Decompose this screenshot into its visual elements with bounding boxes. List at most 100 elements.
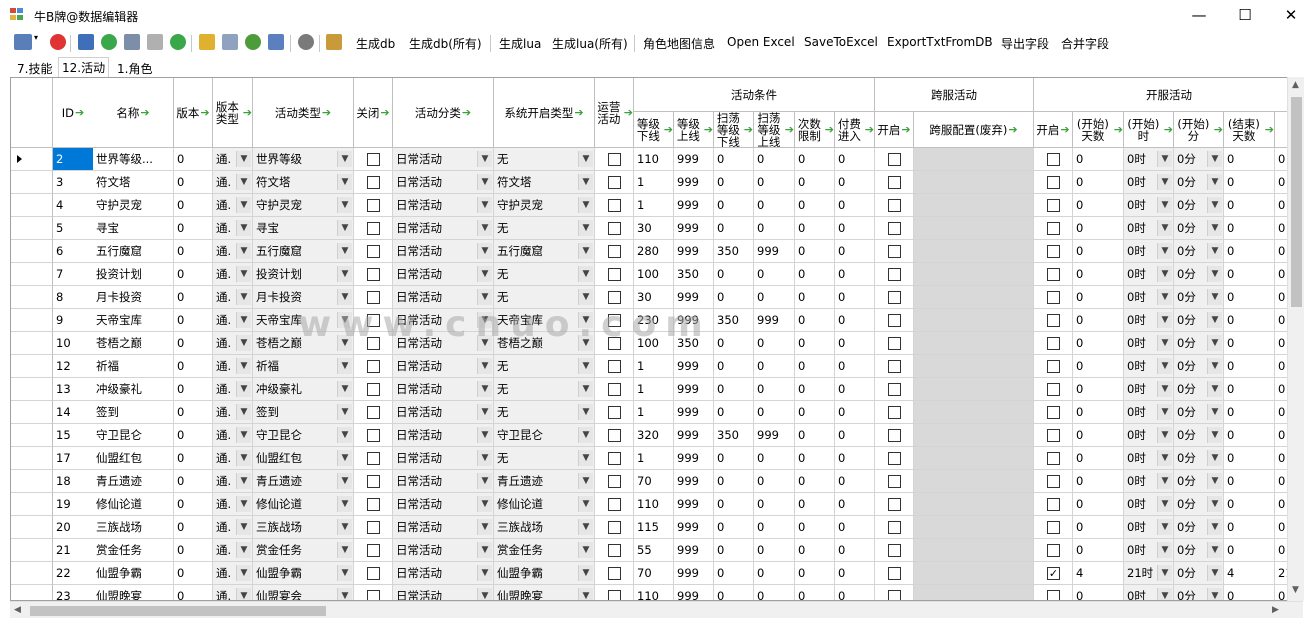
checkbox[interactable]	[1047, 590, 1060, 600]
table-cell[interactable]: 0	[1224, 447, 1275, 470]
cross-server-config-cell[interactable]	[914, 148, 1034, 171]
checkbox-cell[interactable]	[875, 447, 914, 470]
chevron-down-icon[interactable]: ▼	[236, 220, 251, 236]
table-cell[interactable]: 0	[1224, 263, 1275, 286]
table-cell[interactable]: 999	[674, 401, 714, 424]
combo-cell[interactable]: 通. ▼	[213, 470, 253, 493]
checkbox[interactable]	[608, 383, 621, 396]
checkbox[interactable]	[1047, 544, 1060, 557]
table-cell[interactable]: 0	[795, 516, 835, 539]
checkbox[interactable]	[1047, 153, 1060, 166]
cross-server-config-cell[interactable]	[914, 378, 1034, 401]
checkbox-cell[interactable]	[875, 263, 914, 286]
combo-cell[interactable]: 守护灵宠 ▼	[494, 194, 595, 217]
checkbox-cell[interactable]	[1034, 355, 1073, 378]
table-cell[interactable]: 苍梧之巅	[93, 332, 174, 355]
export-txt-button[interactable]: ExportTxtFromDB	[887, 35, 993, 49]
table-cell[interactable]: 4	[1224, 562, 1275, 585]
combo-cell[interactable]: 0时 ▼	[1124, 378, 1174, 401]
table-cell[interactable]: 0	[1224, 401, 1275, 424]
chevron-down-icon[interactable]: ▼	[1207, 312, 1222, 328]
table-cell[interactable]: 0	[1073, 447, 1124, 470]
chevron-down-icon[interactable]: ▼	[236, 312, 251, 328]
combo-cell[interactable]: 寻宝 ▼	[253, 217, 354, 240]
combo-cell[interactable]: 0时 ▼	[1124, 447, 1174, 470]
chevron-down-icon[interactable]: ▼	[1157, 312, 1172, 328]
cross-server-config-cell[interactable]	[914, 447, 1034, 470]
combo-cell[interactable]: 青丘遗迹 ▼	[494, 470, 595, 493]
table-cell[interactable]: 12	[53, 355, 94, 378]
combo-cell[interactable]: 日常活动 ▼	[393, 378, 494, 401]
combo-cell[interactable]: 0时 ▼	[1124, 355, 1174, 378]
combo-cell[interactable]: 0分 ▼	[1174, 562, 1224, 585]
combo-cell[interactable]: 仙盟晚宴 ▼	[494, 585, 595, 600]
chevron-down-icon[interactable]: ▼	[1207, 519, 1222, 535]
combo-cell[interactable]: 0时 ▼	[1124, 194, 1174, 217]
table-cell[interactable]: 0	[795, 286, 835, 309]
row-header[interactable]	[11, 355, 53, 378]
chevron-down-icon[interactable]: ▼	[1157, 243, 1172, 259]
table-cell[interactable]: 9	[53, 309, 94, 332]
row-header[interactable]	[11, 217, 53, 240]
checkbox-cell[interactable]	[875, 516, 914, 539]
table-cell[interactable]: 0	[795, 194, 835, 217]
chevron-down-icon[interactable]: ▼	[477, 358, 492, 374]
checkbox[interactable]	[1047, 383, 1060, 396]
combo-cell[interactable]: 日常活动 ▼	[393, 470, 494, 493]
chevron-down-icon[interactable]: ▼	[578, 151, 593, 167]
chevron-down-icon[interactable]: ▼	[477, 588, 492, 600]
row-header[interactable]	[11, 148, 53, 171]
table-cell[interactable]: 0	[795, 378, 835, 401]
chevron-down-icon[interactable]: ▼	[337, 404, 352, 420]
table-cell[interactable]: 999	[754, 309, 795, 332]
table-cell[interactable]: 15	[53, 424, 94, 447]
cross-server-config-cell[interactable]	[914, 286, 1034, 309]
column-header[interactable]: (结束)天数 ➔	[1224, 112, 1275, 148]
checkbox-cell[interactable]	[1034, 194, 1073, 217]
combo-cell[interactable]: 祈福 ▼	[253, 355, 354, 378]
column-header[interactable]: 等级上线 ➔	[674, 112, 714, 148]
table-cell[interactable]: 999	[674, 539, 714, 562]
combo-cell[interactable]: 守护灵宠 ▼	[253, 194, 354, 217]
chevron-down-icon[interactable]: ▼	[477, 565, 492, 581]
table-cell[interactable]: 五行魔窟	[93, 240, 174, 263]
table-cell[interactable]: 280	[634, 240, 674, 263]
table-cell[interactable]: 7	[53, 263, 94, 286]
table-cell[interactable]: 0	[714, 378, 754, 401]
checkbox[interactable]	[888, 429, 901, 442]
chevron-down-icon[interactable]: ▼	[1207, 335, 1222, 351]
table-cell[interactable]: 冲级豪礼	[93, 378, 174, 401]
checkbox-cell[interactable]	[354, 217, 393, 240]
combo-cell[interactable]: 0分 ▼	[1174, 447, 1224, 470]
checkbox[interactable]	[367, 567, 380, 580]
cross-server-config-cell[interactable]	[914, 516, 1034, 539]
checkbox-cell[interactable]	[1034, 286, 1073, 309]
combo-cell[interactable]: 通. ▼	[213, 355, 253, 378]
checkbox-cell[interactable]	[1034, 401, 1073, 424]
table-cell[interactable]: 110	[634, 148, 674, 171]
combo-cell[interactable]: 通. ▼	[213, 240, 253, 263]
checkbox-cell[interactable]	[875, 171, 914, 194]
combo-cell[interactable]: 世界等级 ▼	[253, 148, 354, 171]
chevron-down-icon[interactable]: ▼	[337, 473, 352, 489]
checkbox[interactable]	[888, 452, 901, 465]
checkbox-cell[interactable]	[1034, 470, 1073, 493]
cross-server-config-cell[interactable]	[914, 470, 1034, 493]
tab-activities[interactable]: 12.活动	[58, 57, 110, 77]
checkbox[interactable]	[888, 314, 901, 327]
combo-cell[interactable]: 0分 ▼	[1174, 309, 1224, 332]
checkbox-cell[interactable]	[354, 286, 393, 309]
checkbox-cell[interactable]	[354, 539, 393, 562]
checkbox-cell[interactable]	[595, 516, 634, 539]
table-cell[interactable]: 999	[674, 194, 714, 217]
chevron-down-icon[interactable]: ▼	[578, 404, 593, 420]
table-cell[interactable]: 天帝宝库	[93, 309, 174, 332]
row-header[interactable]	[11, 263, 53, 286]
checkbox[interactable]	[608, 544, 621, 557]
checkbox[interactable]	[1047, 314, 1060, 327]
chevron-down-icon[interactable]: ▼	[578, 450, 593, 466]
row-header[interactable]	[11, 585, 53, 600]
column-header[interactable]: 系统开启类型 ➔	[494, 78, 595, 148]
maximize-button[interactable]: ☐	[1222, 0, 1268, 30]
checkbox-cell[interactable]	[595, 470, 634, 493]
